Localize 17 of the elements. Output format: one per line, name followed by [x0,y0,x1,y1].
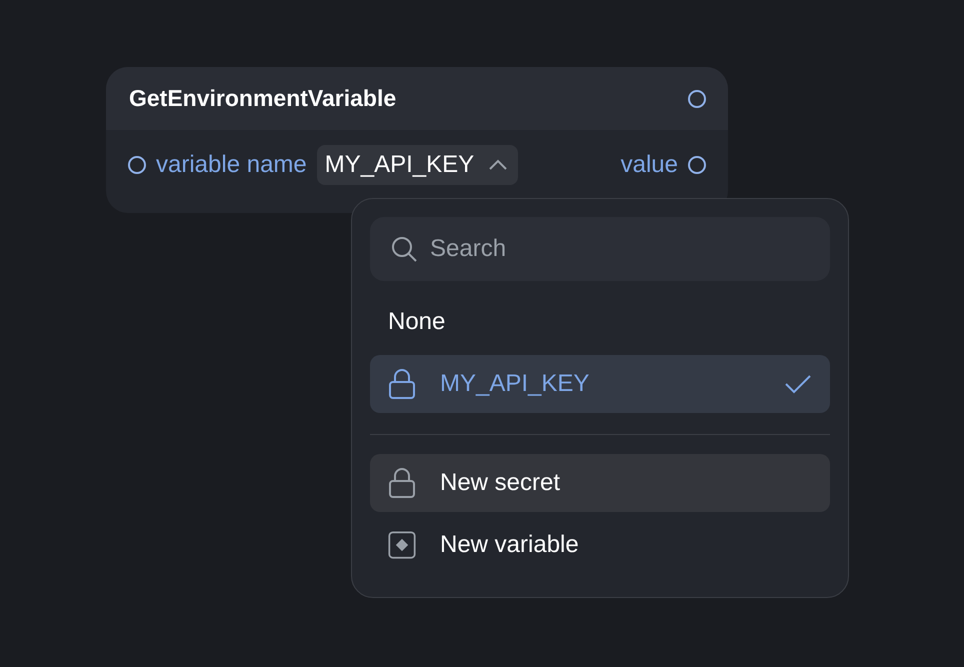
search-field[interactable]: Search [370,217,830,281]
new-variable-item[interactable]: New variable [370,516,830,574]
input-port-icon[interactable] [128,156,146,174]
check-icon [784,372,812,395]
input-label: variable name [156,151,307,179]
node-title: GetEnvironmentVariable [129,85,396,112]
caret-icon [488,159,508,171]
menu-option[interactable]: None [370,293,830,350]
lock-icon [388,368,416,400]
menu-option[interactable]: MY_API_KEY [370,355,830,412]
variable-select[interactable]: MY_API_KEY [316,145,518,185]
output-port-icon[interactable] [688,156,706,174]
diamond-square-icon [388,529,416,562]
output-label: value [620,151,678,179]
lock-icon [388,467,416,500]
output-port-icon[interactable] [688,90,706,108]
new-secret-item[interactable]: New secret [370,454,830,512]
